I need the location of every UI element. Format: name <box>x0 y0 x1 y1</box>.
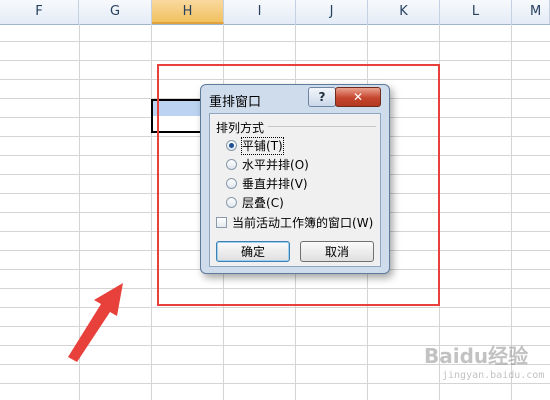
radio-cascade-label: 层叠(C) <box>242 196 284 210</box>
watermark-subtext: jingyan.baidu.com <box>442 370 545 381</box>
close-button[interactable]: ✕ <box>335 87 381 107</box>
radio-button-icon[interactable] <box>226 197 237 208</box>
watermark: Baidu经验 jingyan.baidu.com <box>424 340 544 390</box>
arrange-group-label: 排列方式 <box>216 121 265 135</box>
radio-button-icon[interactable] <box>226 159 237 170</box>
radio-vertical-label: 垂直并排(V) <box>242 177 308 191</box>
radio-horizontal-label: 水平并排(O) <box>242 158 309 172</box>
arrange-windows-dialog: 重排窗口 ? ✕ 排列方式 平铺(T) 水平并排(O) 垂直并排(V) 层叠(C… <box>200 84 390 274</box>
ok-button[interactable]: 确定 <box>216 241 290 262</box>
watermark-text: Baidu经验 <box>424 344 529 368</box>
radio-tiled-label: 平铺(T) <box>241 137 284 155</box>
radio-button-icon[interactable] <box>226 140 237 151</box>
group-divider <box>268 126 376 127</box>
help-button[interactable]: ? <box>308 87 336 107</box>
radio-button-icon[interactable] <box>226 178 237 189</box>
dialog-content: 排列方式 平铺(T) 水平并排(O) 垂直并排(V) 层叠(C) 当前活动工作簿… <box>209 113 381 267</box>
dialog-title: 重排窗口 <box>209 95 262 110</box>
checkbox-icon[interactable] <box>216 217 227 228</box>
active-workbook-label: 当前活动工作簿的窗口(W) <box>232 216 374 230</box>
cancel-button[interactable]: 取消 <box>300 241 374 262</box>
dialog-titlebar[interactable]: 重排窗口 ? ✕ <box>201 85 389 113</box>
